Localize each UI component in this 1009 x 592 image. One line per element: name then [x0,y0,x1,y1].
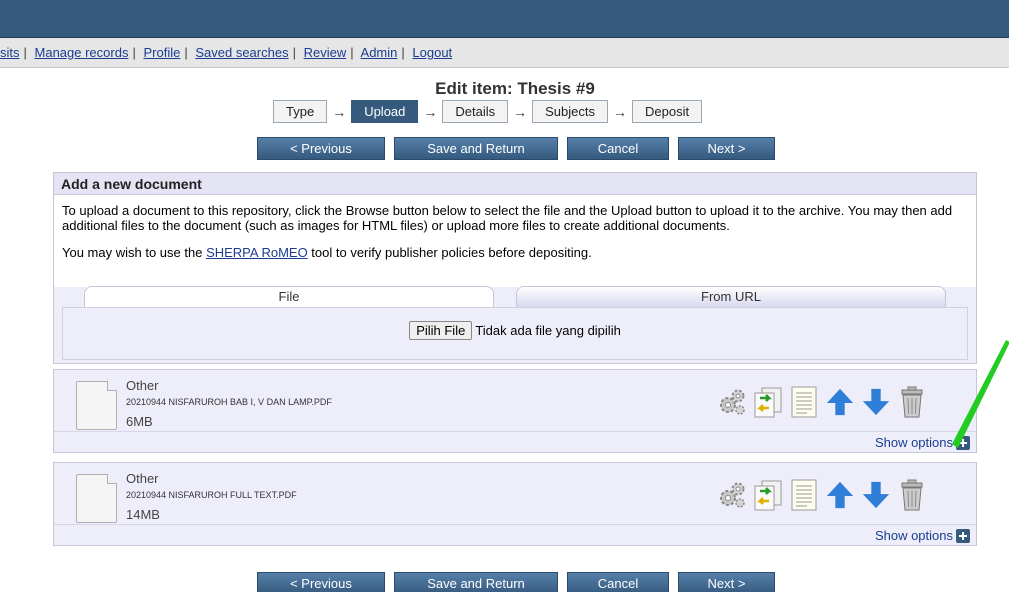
trash-icon[interactable] [897,385,927,419]
file-icon [76,474,117,523]
document-icon[interactable] [789,478,819,512]
tab-file[interactable]: File [84,286,494,307]
choose-file-button[interactable]: Pilih File [409,321,473,340]
convert-icon[interactable] [753,478,783,512]
up-arrow-icon[interactable] [825,478,855,512]
workflow-steps: Type → Upload → Details → Subjects → Dep… [273,100,703,123]
previous-button[interactable]: < Previous [257,137,385,160]
document-row: Other 20210944 NISFARUROH FULL TEXT.PDF … [53,462,977,546]
document-type: Other [126,378,159,393]
trash-icon[interactable] [897,478,927,512]
document-filename[interactable]: 20210944 NISFARUROH FULL TEXT.PDF [126,490,297,500]
page-title: Edit item: Thesis #9 [435,79,595,98]
nav-saved-searches[interactable]: Saved searches [195,45,288,60]
document-actions [717,385,927,419]
tab-from-url[interactable]: From URL [516,286,946,307]
panel-body: To upload a document to this repository,… [54,195,976,287]
cancel-button[interactable]: Cancel [567,137,669,160]
plus-icon [956,528,970,543]
down-arrow-icon[interactable] [861,478,891,512]
cancel-button[interactable]: Cancel [567,572,669,592]
add-document-panel: Add a new document To upload a document … [53,172,977,364]
next-button[interactable]: Next > [678,137,775,160]
file-upload-area: Pilih File Tidak ada file yang dipilih [62,307,968,360]
panel-heading: Add a new document [54,173,976,195]
nav-review[interactable]: Review [304,45,347,60]
gears-icon[interactable] [717,478,747,512]
document-type: Other [126,471,159,486]
document-icon[interactable] [789,385,819,419]
top-button-row: < Previous Save and Return Cancel Next > [257,137,775,160]
document-filename[interactable]: 20210944 NISFARUROH BAB I, V DAN LAMP.PD… [126,397,332,407]
step-upload[interactable]: Upload [351,100,419,123]
nav-manage-records[interactable]: Manage records [35,45,129,60]
step-subjects[interactable]: Subjects [532,100,609,123]
sherpa-note: You may wish to use the SHERPA RoMEO too… [62,245,592,260]
document-footer: Show options [54,524,976,545]
show-options-link[interactable]: Show options [875,528,970,543]
sherpa-romeo-link[interactable]: SHERPA RoMEO [206,245,308,260]
nav-profile[interactable]: Profile [143,45,180,60]
upload-instructions: To upload a document to this repository,… [62,203,953,233]
document-actions [717,478,927,512]
step-arrow-icon: → [423,103,438,120]
file-icon [76,381,117,430]
step-type[interactable]: Type [273,100,328,123]
gears-icon[interactable] [717,385,747,419]
nav-logout[interactable]: Logout [412,45,452,60]
document-size: 14MB [126,507,160,522]
bottom-button-row: < Previous Save and Return Cancel Next > [257,572,775,592]
header-bar [0,0,1009,38]
convert-icon[interactable] [753,385,783,419]
document-footer: Show options [54,431,976,452]
step-arrow-icon: → [332,103,347,120]
nav-admin[interactable]: Admin [361,45,398,60]
no-file-text: Tidak ada file yang dipilih [475,323,621,338]
previous-button[interactable]: < Previous [257,572,385,592]
step-arrow-icon: → [513,103,528,120]
step-arrow-icon: → [613,103,628,120]
annotation-pointer [952,340,1009,448]
save-and-return-button[interactable]: Save and Return [394,137,558,160]
up-arrow-icon[interactable] [825,385,855,419]
document-row: Other 20210944 NISFARUROH BAB I, V DAN L… [53,369,977,453]
main-nav: sits | Manage records | Profile | Saved sea… [0,38,1009,68]
nav-deposits[interactable]: sits [0,45,20,60]
upload-tabs: File From URL [84,286,946,307]
document-size: 6MB [126,414,153,429]
save-and-return-button[interactable]: Save and Return [394,572,558,592]
down-arrow-icon[interactable] [861,385,891,419]
step-deposit[interactable]: Deposit [632,100,703,123]
step-details[interactable]: Details [442,100,509,123]
next-button[interactable]: Next > [678,572,775,592]
